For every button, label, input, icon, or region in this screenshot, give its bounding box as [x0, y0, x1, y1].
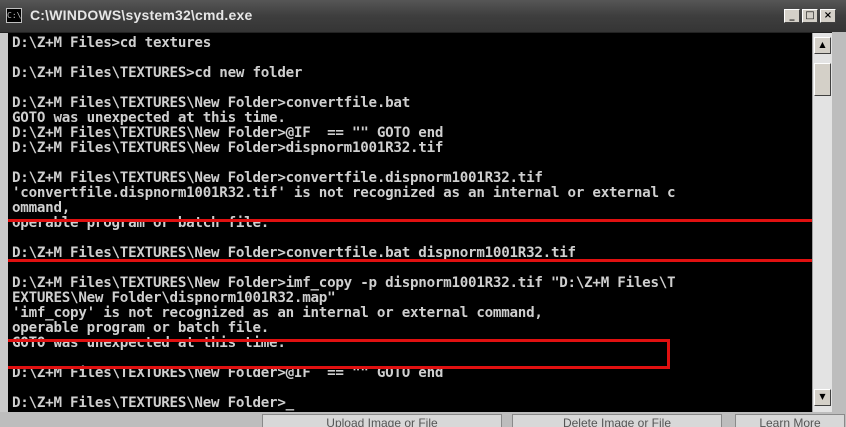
console-line: D:\Z+M Files\TEXTURES\New Folder>dispnor…: [12, 140, 444, 156]
console-line: operable program or batch file.: [12, 320, 270, 336]
scroll-up-arrow-icon[interactable]: ▲: [814, 37, 831, 54]
scroll-down-arrow-icon[interactable]: ▼: [814, 389, 831, 406]
console-line: EXTURES\New Folder\dispnorm1001R32.map": [12, 290, 336, 306]
scroll-thumb[interactable]: [814, 63, 831, 96]
window-title: C:\WINDOWS\system32\cmd.exe: [30, 7, 253, 23]
close-button[interactable]: ×: [820, 9, 836, 23]
cmd-window: C:\ C:\WINDOWS\system32\cmd.exe _ □ × D:…: [0, 0, 846, 427]
console-line: D:\Z+M Files\TEXTURES\New Folder>imf_cop…: [12, 275, 676, 291]
title-bar[interactable]: C:\ C:\WINDOWS\system32\cmd.exe _ □ ×: [0, 0, 846, 33]
delete-image-button[interactable]: Delete Image or File: [512, 414, 722, 427]
window-controls: _ □ ×: [784, 9, 836, 23]
console-line: GOTO was unexpected at this time.: [12, 110, 286, 126]
learn-more-button[interactable]: Learn More: [735, 414, 845, 427]
maximize-button[interactable]: □: [802, 9, 818, 23]
window-frame-right: [832, 32, 846, 427]
console-line: 'imf_copy' is not recognized as an inter…: [12, 305, 543, 321]
background-page-strip: Upload Image or File Delete Image or Fil…: [0, 412, 846, 427]
upload-image-button[interactable]: Upload Image or File: [262, 414, 502, 427]
console-line: D:\Z+M Files\TEXTURES\New Folder>@IF == …: [12, 125, 444, 141]
console-line: D:\Z+M Files>cd textures: [12, 35, 211, 51]
console-line: D:\Z+M Files\TEXTURES\New Folder>_: [12, 395, 295, 411]
console-line: D:\Z+M Files\TEXTURES\New Folder>convert…: [12, 95, 410, 111]
console-line: ommand,: [12, 200, 71, 216]
console-line: D:\Z+M Files\TEXTURES\New Folder>convert…: [12, 170, 543, 186]
console-line: 'convertfile.dispnorm1001R32.tif' is not…: [12, 185, 676, 201]
highlight-box-convertfile-error: [8, 219, 812, 262]
vertical-scrollbar[interactable]: ▲ ▼: [812, 33, 832, 412]
console-line: D:\Z+M Files\TEXTURES>cd new folder: [12, 65, 303, 81]
text-cursor: _: [285, 395, 295, 411]
highlight-box-imf-copy-error: [8, 339, 670, 369]
minimize-button[interactable]: _: [784, 9, 800, 23]
console-output[interactable]: D:\Z+M Files>cd textures D:\Z+M Files\TEX…: [8, 33, 812, 412]
cmd-icon[interactable]: C:\: [6, 8, 22, 23]
